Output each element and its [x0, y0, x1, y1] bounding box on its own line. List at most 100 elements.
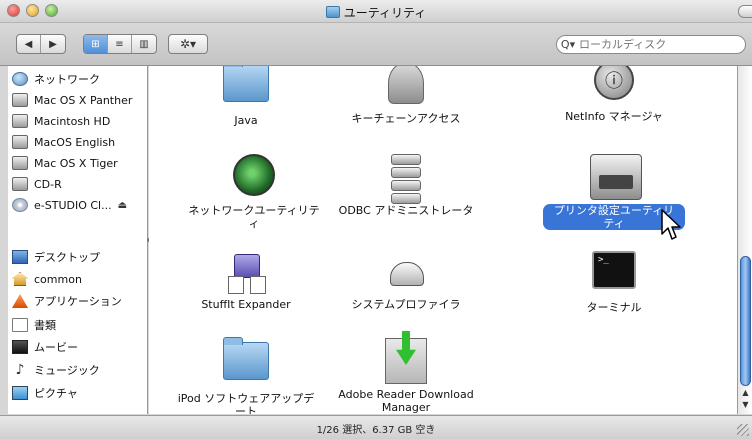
file-item-keychain-access[interactable]: キーチェーンアクセス — [331, 66, 481, 125]
file-item-label: Java — [234, 114, 258, 127]
sidebar: ネットワーク Mac OS X Panther Macintosh HD Mac… — [8, 66, 148, 414]
sidebar-item-label: ミュージック — [34, 364, 100, 377]
file-item-ipod-software-update[interactable]: iPod ソフトウェアアップデート — [171, 336, 321, 414]
sidebar-item-label: common — [34, 272, 82, 286]
scroll-down-arrow[interactable]: ▼ — [740, 400, 751, 412]
list-view-button[interactable]: ≡ — [108, 35, 132, 53]
music-icon: ♪ — [15, 362, 25, 378]
sidebar-item-label: ネットワーク — [34, 73, 100, 86]
file-item-java[interactable]: Java — [171, 66, 321, 127]
sidebar-item-movies[interactable]: ムービー — [12, 338, 146, 356]
file-item-label: ODBC アドミニストレータ — [338, 204, 474, 217]
column-view-button[interactable]: ▥ — [132, 35, 156, 53]
action-menu-button[interactable]: ✲▾ — [168, 34, 208, 54]
scroll-thumb[interactable] — [740, 256, 751, 386]
folder-icon — [223, 337, 269, 380]
hard-disk-icon — [12, 114, 28, 128]
status-text: 1/26 選択、6.37 GB 空き — [316, 425, 436, 436]
home-icon — [12, 272, 28, 286]
forward-button[interactable]: ▶ — [41, 35, 65, 53]
search-icon: Q▾ — [560, 38, 576, 51]
sidebar-item-network[interactable]: ネットワーク — [12, 70, 146, 88]
file-item-label: システムプロファイラ — [351, 298, 461, 311]
hard-disk-icon — [12, 135, 28, 149]
network-icon — [12, 72, 28, 86]
netinfo-icon: ⓘ — [594, 66, 634, 100]
back-button[interactable]: ◀ — [17, 35, 41, 53]
sidebar-item-label: 書類 — [34, 319, 56, 332]
pictures-icon — [12, 386, 28, 400]
gear-icon: ✲▾ — [179, 37, 197, 51]
scroll-up-arrow[interactable]: ▲ — [740, 388, 751, 400]
sidebar-item-label: MacOS English — [34, 135, 116, 149]
back-icon: ◀ — [24, 38, 33, 50]
download-icon — [385, 338, 427, 384]
forward-icon: ▶ — [49, 38, 57, 50]
file-item-label: NetInfo マネージャ — [565, 110, 663, 123]
sidebar-item-music[interactable]: ♪ ミュージック — [12, 361, 146, 379]
sidebar-item-label: e-STUDIO Cl... — [34, 198, 112, 212]
sidebar-item-mac-os-x-panther[interactable]: Mac OS X Panther — [12, 91, 146, 109]
sidebar-item-label: CD-R — [34, 177, 62, 191]
file-item-label: StuffIt Expander — [201, 298, 291, 311]
sidebar-item-label: ピクチャ — [34, 387, 78, 400]
applications-icon — [12, 294, 28, 308]
sidebar-item-label: Mac OS X Panther — [34, 93, 133, 107]
toolbar: ◀ ▶ ⊞ ≡ ▥ ✲▾ Q▾ — [0, 23, 752, 66]
file-item-label: ネットワークユーティリティ — [188, 204, 320, 230]
sidebar-item-label: Macintosh HD — [34, 114, 111, 128]
file-item-system-profiler[interactable]: システムプロファイラ — [331, 246, 481, 311]
file-item-network-utility[interactable]: ネットワークユーティリティ — [179, 152, 329, 230]
sidebar-item-applications[interactable]: アプリケーション — [12, 292, 146, 310]
hard-disk-icon — [12, 177, 28, 191]
sidebar-item-macos-english[interactable]: MacOS English — [12, 133, 146, 151]
window-title-wrap: ユーティリティ — [0, 4, 752, 21]
file-item-terminal[interactable]: >_ ターミナル — [539, 246, 689, 314]
back-forward-control: ◀ ▶ — [16, 34, 66, 54]
column-view-icon: ▥ — [139, 38, 149, 50]
view-mode-control: ⊞ ≡ ▥ — [83, 34, 157, 54]
file-item-label: キーチェーンアクセス — [351, 112, 461, 125]
database-icon — [391, 154, 421, 204]
icon-view-button[interactable]: ⊞ — [84, 35, 108, 53]
file-item-netinfo-manager[interactable]: ⓘ NetInfo マネージャ — [539, 66, 689, 123]
status-bar: 1/26 選択、6.37 GB 空き — [0, 415, 752, 439]
icon-view-icon: ⊞ — [91, 38, 100, 50]
keychain-icon — [388, 66, 424, 104]
sidebar-item-common[interactable]: common — [12, 270, 146, 288]
printer-icon — [590, 154, 642, 200]
network-utility-icon — [233, 154, 275, 196]
sidebar-item-pictures[interactable]: ピクチャ — [12, 384, 146, 402]
terminal-icon: >_ — [592, 251, 636, 289]
stuffit-icon — [224, 248, 268, 294]
toolbar-toggle-button[interactable] — [738, 5, 752, 18]
finder-window: ユーティリティ ◀ ▶ ⊞ ≡ ▥ ✲▾ Q▾ ネットワーク Mac OS X … — [0, 0, 752, 439]
sidebar-item-cd-r[interactable]: CD-R — [12, 175, 146, 193]
desktop-icon — [12, 250, 28, 264]
file-item-odbc-administrator[interactable]: ODBC アドミニストレータ — [331, 152, 481, 217]
vertical-scrollbar[interactable]: ▲ ▼ — [737, 66, 752, 414]
sidebar-item-macintosh-hd[interactable]: Macintosh HD — [12, 112, 146, 130]
file-item-adobe-reader-download-manager[interactable]: Adobe Reader Download Manager — [331, 336, 481, 414]
search-field[interactable]: Q▾ — [556, 35, 746, 54]
file-item-stuffit-expander[interactable]: StuffIt Expander — [171, 246, 321, 311]
resize-grip[interactable] — [737, 424, 749, 436]
movies-icon — [12, 340, 28, 354]
sidebar-item-documents[interactable]: 書類 — [12, 316, 146, 334]
sidebar-item-desktop[interactable]: デスクトップ — [12, 248, 146, 266]
file-icon-view: Java キーチェーンアクセス ⓘ NetInfo マネージャ ネットワークユー… — [149, 66, 738, 414]
search-input[interactable] — [579, 38, 729, 51]
sidebar-item-label: アプリケーション — [34, 295, 122, 308]
title-bar[interactable]: ユーティリティ — [0, 0, 752, 23]
cd-icon — [12, 198, 28, 212]
sidebar-item-e-studio[interactable]: e-STUDIO Cl... ⏏ — [12, 196, 146, 214]
sidebar-item-label: デスクトップ — [34, 251, 100, 264]
eject-icon[interactable]: ⏏ — [118, 200, 127, 211]
hard-disk-icon — [12, 93, 28, 107]
file-item-label: Adobe Reader Download Manager — [338, 388, 474, 414]
mouse-pointer-icon — [661, 209, 681, 240]
file-item-label: ターミナル — [586, 301, 642, 314]
sidebar-item-mac-os-x-tiger[interactable]: Mac OS X Tiger — [12, 154, 146, 172]
hard-disk-icon — [12, 156, 28, 170]
window-title: ユーティリティ — [343, 6, 427, 20]
